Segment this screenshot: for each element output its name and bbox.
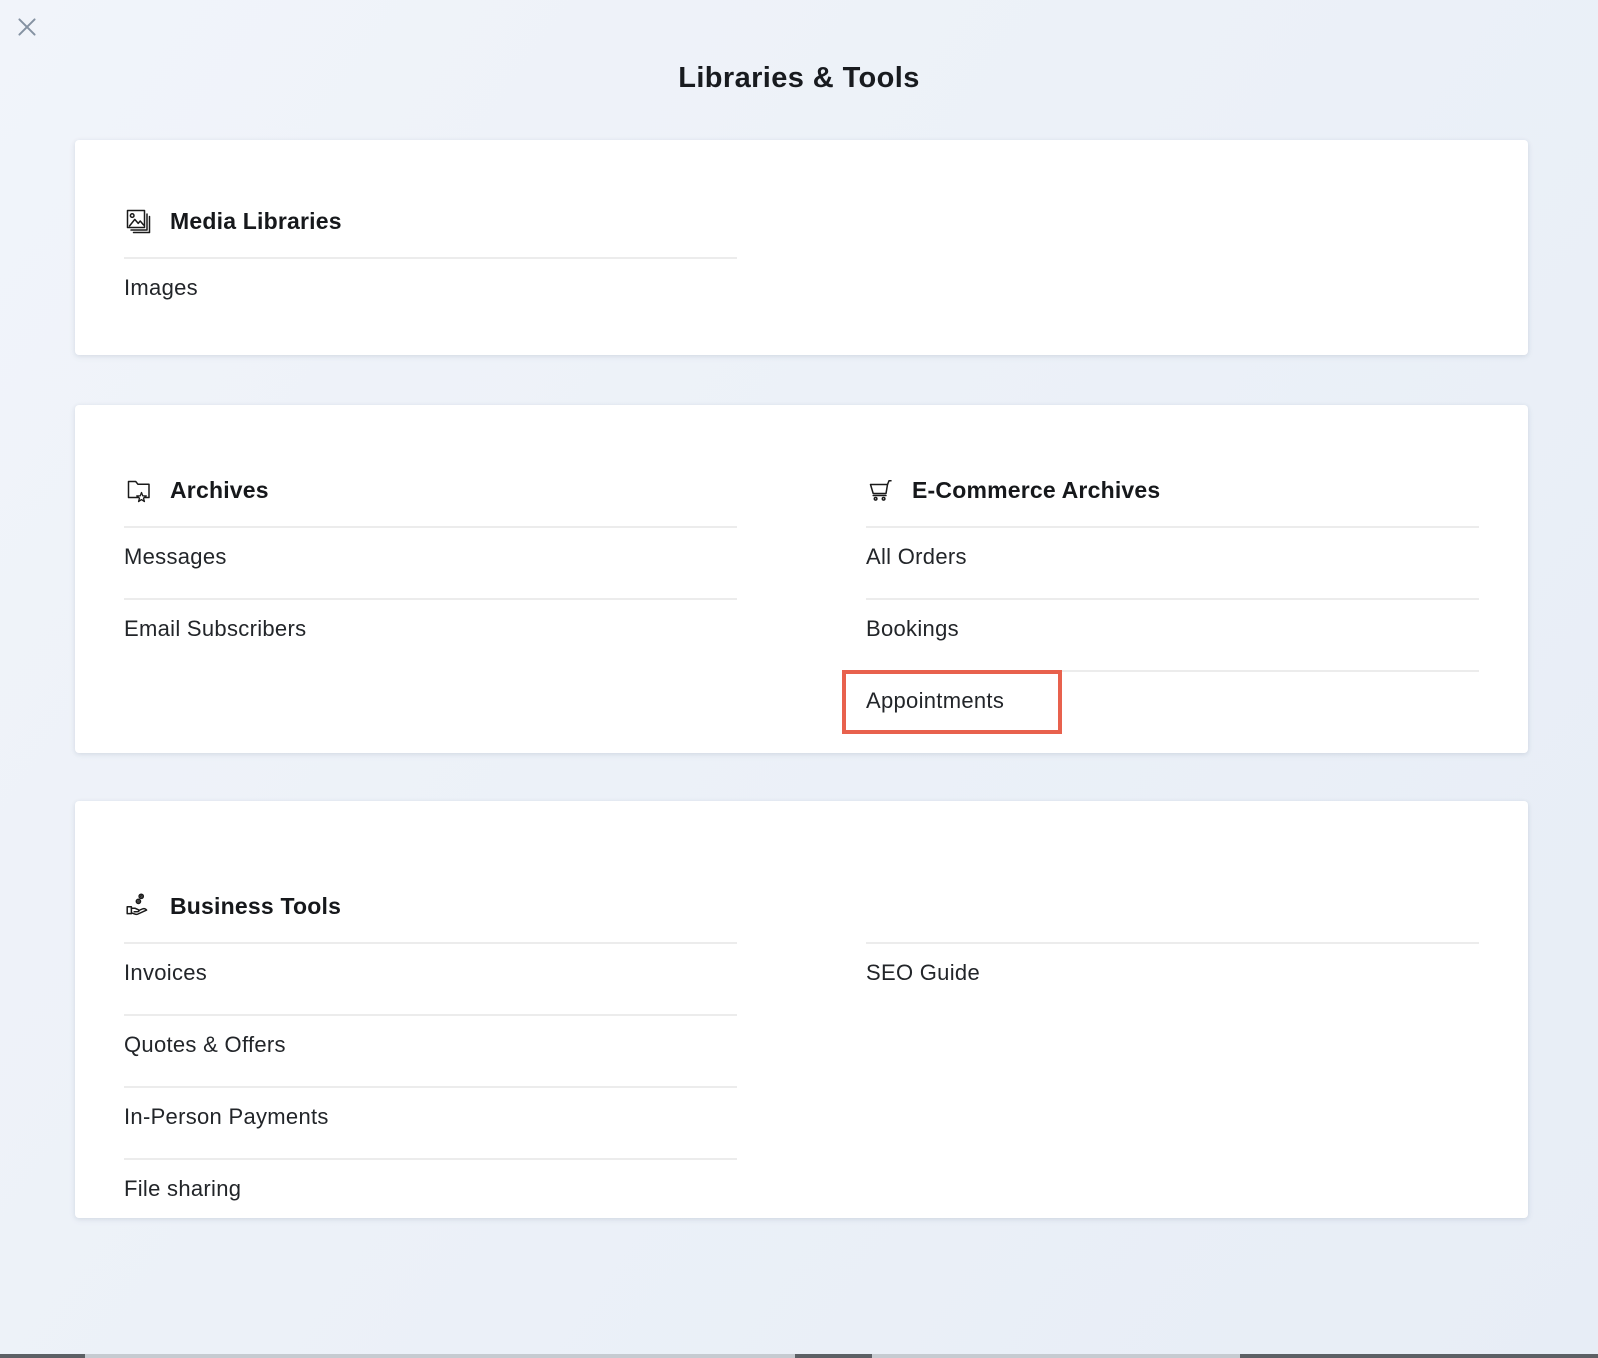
cart-icon xyxy=(866,475,896,505)
menu-item-label: All Orders xyxy=(866,544,967,569)
folder-star-icon xyxy=(124,475,154,505)
menu-item-label: Quotes & Offers xyxy=(124,1032,286,1057)
section-title: Business Tools xyxy=(170,892,342,919)
menu-item-label: Images xyxy=(124,275,198,300)
menu-item-label: Appointments xyxy=(866,688,1005,713)
bottom-edge-segment xyxy=(0,1354,85,1358)
menu-item-label: File sharing xyxy=(124,1176,242,1201)
section-header-media-libraries: Media Libraries xyxy=(124,204,737,238)
menu-item-seo-guide[interactable]: SEO Guide xyxy=(866,942,1479,1014)
menu-item-appointments[interactable]: Appointments xyxy=(842,670,1479,742)
section-title: E-Commerce Archives xyxy=(912,476,1161,503)
business-tools-column: Business Tools Invoices Quotes & Offers … xyxy=(124,889,737,1230)
bottom-edge-segment xyxy=(1240,1354,1598,1358)
hand-coins-icon xyxy=(124,891,154,921)
section-title: Archives xyxy=(170,476,269,503)
close-button[interactable] xyxy=(14,13,42,41)
bottom-edge-artifact xyxy=(0,1354,1598,1358)
menu-item-label: Invoices xyxy=(124,960,208,985)
menu-item-email-subscribers[interactable]: Email Subscribers xyxy=(124,598,737,670)
page-title: Libraries & Tools xyxy=(678,62,920,94)
media-libraries-column: Media Libraries Images xyxy=(124,204,737,329)
menu-item-file-sharing[interactable]: File sharing xyxy=(124,1158,737,1230)
menu-item-label: Bookings xyxy=(866,616,959,641)
archives-column: Archives Messages Email Subscribers xyxy=(124,473,737,742)
photo-stack-icon xyxy=(124,206,154,236)
section-header-ecommerce-archives: E-Commerce Archives xyxy=(866,473,1479,507)
menu-item-label: SEO Guide xyxy=(866,960,980,985)
menu-item-label: Email Subscribers xyxy=(124,616,307,641)
menu-item-invoices[interactable]: Invoices xyxy=(124,942,737,1014)
section-header-business-tools: Business Tools xyxy=(124,889,737,923)
menu-item-messages[interactable]: Messages xyxy=(124,526,737,598)
close-icon xyxy=(18,18,36,36)
business-tools-card: Business Tools Invoices Quotes & Offers … xyxy=(75,801,1528,1218)
empty-column xyxy=(866,204,1479,329)
section-title: Media Libraries xyxy=(170,207,342,234)
menu-item-label: Messages xyxy=(124,544,227,569)
media-libraries-card: Media Libraries Images xyxy=(75,140,1528,355)
bottom-edge-segment xyxy=(795,1354,872,1358)
ecommerce-archives-column: E-Commerce Archives All Orders Bookings … xyxy=(842,473,1479,742)
menu-item-quotes-offers[interactable]: Quotes & Offers xyxy=(124,1014,737,1086)
menu-item-all-orders[interactable]: All Orders xyxy=(866,526,1479,598)
menu-item-bookings[interactable]: Bookings xyxy=(866,598,1479,670)
menu-item-images[interactable]: Images xyxy=(124,257,737,329)
seo-guide-column: SEO Guide xyxy=(866,889,1479,1230)
menu-item-label: In-Person Payments xyxy=(124,1104,329,1129)
section-header-archives: Archives xyxy=(124,473,737,507)
archives-card: Archives Messages Email Subscribers E-Co… xyxy=(75,405,1528,753)
section-header-spacer xyxy=(866,889,1479,942)
menu-item-in-person-payments[interactable]: In-Person Payments xyxy=(124,1086,737,1158)
libraries-tools-panel: Libraries & Tools Media Libraries Images… xyxy=(0,0,1598,1358)
